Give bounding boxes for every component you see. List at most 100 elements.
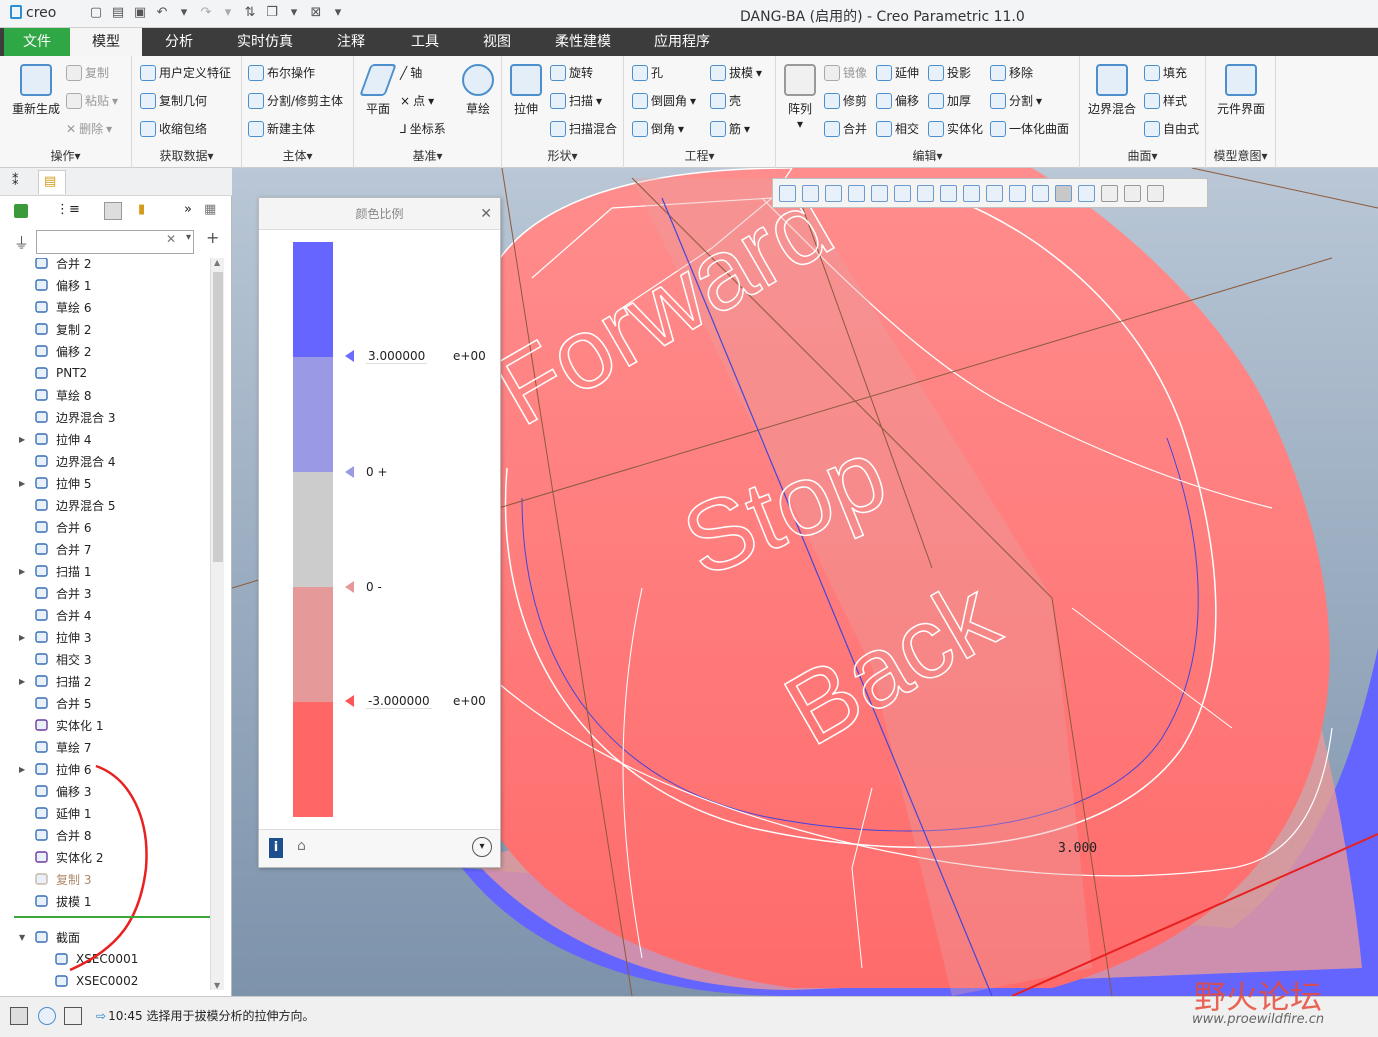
tree-item[interactable]: 拔模 1 [0,890,210,912]
scale-max-value[interactable]: 3.000000 [366,349,428,364]
group-model-intent-label[interactable]: 模型意图▾ [1206,147,1275,164]
boundary-blend-button[interactable]: 边界混合 [1084,64,1140,117]
open-file-icon[interactable]: ▤ [110,4,126,22]
group-body-label[interactable]: 主体▾ [242,147,353,164]
tree-item[interactable]: ▶ 拉伸 4 [0,428,210,450]
tab-annotate[interactable]: 注释 [322,28,380,56]
datum-display-icon[interactable] [1009,184,1026,202]
windows-dropdown-icon[interactable]: ▾ [286,4,302,22]
expand-icon[interactable]: ▶ [19,677,25,686]
paste-button[interactable]: 粘贴 ▾ [66,92,118,109]
pause-icon[interactable] [1124,184,1141,202]
tree-item[interactable]: ▶ 拉伸 5 [0,472,210,494]
regenerate-icon[interactable]: ⇅ [242,4,258,22]
tree-section-item[interactable]: XSEC0001 [0,948,210,970]
mirror-button[interactable]: 镜像 [824,64,867,81]
trim-button[interactable]: 修剪 [824,92,867,109]
tree-item[interactable]: 合并 3 [0,582,210,604]
clear-icon[interactable]: ✕ [166,232,176,246]
insert-here-marker[interactable] [14,916,210,918]
tab-live-simulation[interactable]: 实时仿真 [224,28,306,56]
tree-item[interactable]: 合并 7 [0,538,210,560]
show-icon[interactable]: ▦ [204,202,216,217]
tree-item[interactable]: 复制 3 [0,868,210,890]
style-button[interactable]: 样式 [1144,92,1187,109]
tab-tools[interactable]: 工具 [396,28,454,56]
tree-columns-icon[interactable] [104,202,122,220]
refit-icon[interactable] [779,184,796,202]
tree-item[interactable]: ▶ 扫描 2 [0,670,210,692]
windows-icon[interactable]: ❐ [264,4,280,22]
group-engineering-label[interactable]: 工程▾ [624,147,775,164]
offset-button[interactable]: 偏移 [876,92,919,109]
tab-flexible-modeling[interactable]: 柔性建模 [546,28,620,56]
tree-item[interactable]: PNT2 [0,362,210,384]
model-icon[interactable] [14,204,28,218]
saved-orientations-icon[interactable] [917,184,934,202]
tree-item[interactable]: 草绘 7 [0,736,210,758]
pattern-button[interactable]: 阵列 ▾ [780,64,820,131]
close-icon[interactable]: ✕ [480,198,492,230]
undo-dropdown-icon[interactable]: ▾ [176,4,192,22]
shade-icon[interactable] [1101,184,1118,202]
redo-icon[interactable]: ↷ [198,4,214,22]
scroll-up-icon[interactable]: ▲ [214,258,220,267]
expand-icon[interactable]: ▶ [19,435,25,444]
merge-button[interactable]: 合并 [824,120,867,137]
tree-item[interactable]: 草绘 6 [0,296,210,318]
solidify-button[interactable]: 实体化 [928,120,983,137]
chevron-down-icon[interactable]: ▾ [472,837,492,857]
extrude-button[interactable]: 拉伸 [506,64,546,117]
tab-applications[interactable]: 应用程序 [640,28,724,56]
group-datum-label[interactable]: 基准▾ [354,147,501,164]
scroll-thumb[interactable] [213,272,223,562]
new-file-icon[interactable]: ▢ [88,4,104,22]
expand-icon[interactable]: ▶ [19,567,25,576]
home-icon[interactable]: ⌂ [297,838,306,854]
tree-item[interactable]: 偏移 2 [0,340,210,362]
browser-icon[interactable] [38,1007,56,1025]
tree-item[interactable]: 合并 8 [0,824,210,846]
tree-item[interactable]: ▶ 拉伸 3 [0,626,210,648]
tree-item[interactable]: 合并 2 [0,258,210,274]
shell-button[interactable]: 壳 [710,92,741,109]
point-button[interactable]: × 点 ▾ [400,92,434,109]
info-icon[interactable]: i [269,838,283,858]
zoom-in-icon[interactable] [802,184,819,202]
chamfer-button[interactable]: 倒角 ▾ [632,120,684,137]
more-icon[interactable]: » [184,202,192,217]
tree-item[interactable]: 偏移 3 [0,780,210,802]
display-style-icon[interactable] [894,184,911,202]
scroll-down-icon[interactable]: ▼ [214,981,220,990]
sweep-button[interactable]: 扫描 ▾ [550,92,602,109]
zoom-out-icon[interactable] [825,184,842,202]
expand-icon[interactable]: ▶ [19,765,25,774]
repaint-icon[interactable] [848,184,865,202]
next-icon[interactable] [1147,184,1164,202]
remove-button[interactable]: 移除 [990,64,1033,81]
fullscreen-icon[interactable] [64,1007,82,1025]
expand-icon[interactable]: ▶ [19,479,25,488]
scale-min-value[interactable]: -3.000000 [366,694,432,709]
csys-button[interactable]: ⅃ 坐标系 [400,120,446,137]
tree-item[interactable]: 实体化 1 [0,714,210,736]
tree-filter-icon[interactable]: ⋮≡ [56,202,80,217]
sketch-button[interactable]: 草绘 [458,64,498,117]
copy-geometry-button[interactable]: 复制几何 [140,92,207,109]
marker-icon[interactable] [345,695,354,707]
view-manager-icon[interactable] [940,184,957,202]
add-icon[interactable]: + [206,228,219,247]
component-interface-button[interactable]: 元件界面 [1210,64,1272,117]
plane-button[interactable]: 平面 [358,64,398,117]
regenerate-button[interactable]: 重新生成 [6,64,66,117]
tree-item[interactable]: 延伸 1 [0,802,210,824]
tree-item[interactable]: 草绘 8 [0,384,210,406]
chevron-down-icon[interactable]: ▾ [186,232,191,243]
annotation-display-icon[interactable] [1032,184,1049,202]
boolean-button[interactable]: 布尔操作 [248,64,315,81]
tree-scrollbar[interactable]: ▲ ▼ [210,258,224,990]
undo-icon[interactable]: ↶ [154,4,170,22]
tree-item[interactable]: 复制 2 [0,318,210,340]
tree-item[interactable]: 相交 3 [0,648,210,670]
hole-button[interactable]: 孔 [632,64,663,81]
